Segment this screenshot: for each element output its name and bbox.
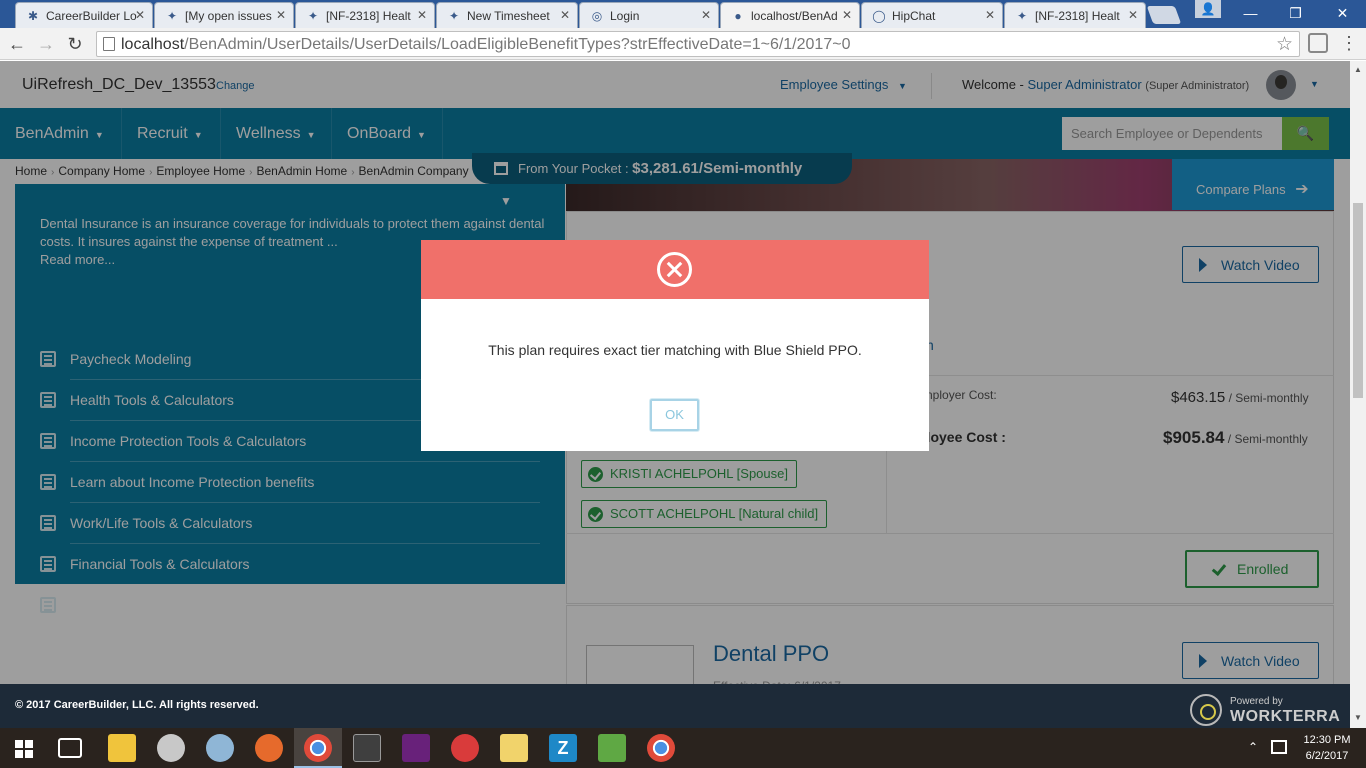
forward-icon[interactable]: → bbox=[34, 32, 58, 56]
chrome-icon[interactable] bbox=[647, 734, 675, 762]
jira-icon: ✦ bbox=[307, 9, 319, 23]
close-tab-icon[interactable]: ✕ bbox=[842, 8, 852, 22]
tab-title: localhost/BenAd bbox=[751, 8, 838, 23]
url-text: localhost/BenAdmin/UserDetails/UserDetai… bbox=[121, 36, 850, 54]
close-tab-icon[interactable]: ✕ bbox=[135, 8, 145, 22]
sync-icon[interactable] bbox=[451, 734, 479, 762]
file-explorer-icon[interactable] bbox=[108, 734, 136, 762]
browser-tabstrip: ✱ CareerBuilder Lo ✕ ✦ [My open issues ✕… bbox=[0, 0, 1366, 28]
close-tab-icon[interactable]: ✕ bbox=[985, 8, 995, 22]
page-footer: © 2017 CareerBuilder, LLC. All rights re… bbox=[0, 684, 1350, 728]
page-icon: ● bbox=[734, 9, 742, 23]
page-info-icon[interactable] bbox=[103, 37, 115, 51]
copyright-text: © 2017 CareerBuilder, LLC. All rights re… bbox=[15, 699, 259, 711]
windows-taskbar: Z ⌃ 12:30 PM 6/2/2017 bbox=[0, 728, 1366, 768]
jira-icon: ✦ bbox=[448, 9, 460, 23]
browser-tab[interactable]: ✦ [NF-2318] Healt ✕ bbox=[295, 2, 435, 28]
minimize-icon[interactable]: — bbox=[1228, 0, 1273, 26]
browser-menu-icon[interactable]: ⋮ bbox=[1340, 34, 1358, 52]
browser-tab[interactable]: ✦ [My open issues ✕ bbox=[154, 2, 294, 28]
address-bar[interactable]: localhost/BenAdmin/UserDetails/UserDetai… bbox=[96, 31, 1300, 57]
page-viewport: UiRefresh_DC_Dev_13553 Change Employee S… bbox=[0, 61, 1350, 728]
tab-title: HipChat bbox=[892, 8, 936, 23]
dialog-header bbox=[421, 240, 929, 299]
close-window-icon[interactable]: ✕ bbox=[1320, 0, 1365, 26]
tab-title: CareerBuilder Lo bbox=[46, 8, 137, 23]
task-view-icon[interactable] bbox=[58, 738, 82, 758]
back-icon[interactable]: ← bbox=[5, 32, 29, 56]
hipchat-icon: ◯ bbox=[872, 9, 886, 23]
chart-app-icon[interactable] bbox=[598, 734, 626, 762]
sticky-notes-icon[interactable] bbox=[500, 734, 528, 762]
tab-title: [NF-2318] Healt bbox=[1035, 8, 1120, 23]
windows-start-icon[interactable] bbox=[15, 740, 33, 758]
close-tab-icon[interactable]: ✕ bbox=[1128, 8, 1138, 22]
new-tab-button[interactable] bbox=[1146, 6, 1182, 24]
tab-title: Login bbox=[610, 8, 640, 23]
browser-tab[interactable]: ◎ Login ✕ bbox=[579, 2, 719, 28]
visual-studio-icon[interactable] bbox=[402, 734, 430, 762]
scroll-down-icon[interactable]: ▼ bbox=[1354, 713, 1362, 722]
browser-tab[interactable]: ✦ [NF-2318] Healt ✕ bbox=[1004, 2, 1146, 28]
powered-by-text: Powered by bbox=[1230, 696, 1283, 707]
error-circle-icon bbox=[657, 252, 692, 287]
browser-tab-active[interactable]: ● localhost/BenAd ✕ bbox=[720, 2, 860, 28]
notification-icon[interactable] bbox=[1271, 740, 1287, 754]
close-tab-icon[interactable]: ✕ bbox=[701, 8, 711, 22]
close-tab-icon[interactable]: ✕ bbox=[417, 8, 427, 22]
tools-icon[interactable] bbox=[353, 734, 381, 762]
ok-button[interactable]: OK bbox=[650, 399, 699, 431]
profile-icon[interactable]: 👤 bbox=[1195, 0, 1221, 18]
tab-title: [My open issues bbox=[185, 8, 272, 23]
browser-tab[interactable]: ◯ HipChat ✕ bbox=[861, 2, 1003, 28]
jira-icon: ✦ bbox=[1016, 9, 1028, 23]
app-icon[interactable] bbox=[157, 734, 185, 762]
chevron-up-icon[interactable]: ⌃ bbox=[1248, 740, 1258, 754]
system-clock[interactable]: 12:30 PM 6/2/2017 bbox=[1300, 732, 1354, 764]
browser-toolbar: ← → ↻ localhost/BenAdmin/UserDetails/Use… bbox=[0, 28, 1366, 60]
login-icon: ◎ bbox=[591, 9, 603, 23]
tab-title: [NF-2318] Healt bbox=[326, 8, 411, 23]
workterra-logo-icon bbox=[1190, 694, 1222, 726]
error-dialog: This plan requires exact tier matching w… bbox=[421, 240, 929, 451]
browser-tab[interactable]: ✱ CareerBuilder Lo ✕ bbox=[15, 2, 153, 28]
paint-icon[interactable] bbox=[206, 734, 234, 762]
scroll-up-icon[interactable]: ▲ bbox=[1354, 65, 1362, 74]
zoom-icon[interactable]: Z bbox=[549, 734, 577, 762]
close-tab-icon[interactable]: ✕ bbox=[560, 8, 570, 22]
jira-icon: ✦ bbox=[166, 9, 178, 23]
url-path: /BenAdmin/UserDetails/UserDetails/LoadEl… bbox=[184, 36, 851, 53]
scrollbar-thumb[interactable] bbox=[1353, 203, 1363, 398]
extension-icon[interactable] bbox=[1308, 33, 1328, 53]
clock-time: 12:30 PM bbox=[1303, 734, 1351, 746]
careerbuilder-icon: ✱ bbox=[27, 9, 39, 23]
tab-title: New Timesheet bbox=[467, 8, 550, 23]
clock-date: 6/2/2017 bbox=[1305, 750, 1349, 762]
url-host: localhost bbox=[121, 36, 185, 53]
dialog-message: This plan requires exact tier matching w… bbox=[488, 342, 862, 358]
browser-tab[interactable]: ✦ New Timesheet ✕ bbox=[436, 2, 578, 28]
page-scrollbar[interactable]: ▲ ▼ bbox=[1350, 61, 1366, 728]
bookmark-star-icon[interactable]: ☆ bbox=[1276, 33, 1293, 56]
chrome-icon[interactable] bbox=[304, 734, 332, 762]
firefox-icon[interactable] bbox=[255, 734, 283, 762]
reload-icon[interactable]: ↻ bbox=[63, 32, 87, 56]
brand-name: WORKTERRA bbox=[1230, 708, 1341, 725]
restore-icon[interactable]: ❐ bbox=[1273, 0, 1318, 26]
close-tab-icon[interactable]: ✕ bbox=[276, 8, 286, 22]
